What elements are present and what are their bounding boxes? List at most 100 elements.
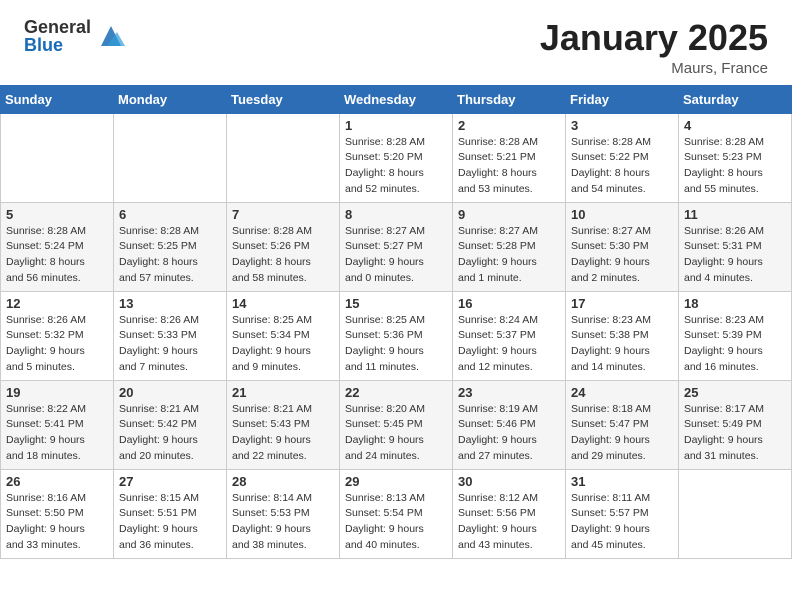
day-number: 21: [232, 385, 334, 400]
calendar-week-1: 1 Sunrise: 8:28 AM Sunset: 5:20 PM Daylig…: [1, 113, 792, 202]
day-info: Sunrise: 8:21 AM Sunset: 5:43 PM Dayligh…: [232, 402, 334, 465]
calendar-cell: 4 Sunrise: 8:28 AM Sunset: 5:23 PM Daylig…: [679, 113, 792, 202]
day-number: 19: [6, 385, 108, 400]
title-block: January 2025 Maurs, France: [540, 18, 768, 77]
calendar-cell: 8Sunrise: 8:27 AM Sunset: 5:27 PM Daylig…: [340, 202, 453, 291]
day-number: 2: [458, 118, 560, 133]
day-number: 29: [345, 474, 447, 489]
calendar-week-3: 12 Sunrise: 8:26 AM Sunset: 5:32 PM Dayli…: [1, 291, 792, 380]
day-info: Sunrise: 8:26 AM Sunset: 5:32 PM Dayligh…: [6, 313, 108, 376]
calendar-cell: 7 Sunrise: 8:28 AM Sunset: 5:26 PM Daylig…: [227, 202, 340, 291]
day-info: Sunrise: 8:12 AM Sunset: 5:56 PM Dayligh…: [458, 491, 560, 554]
weekday-header-tuesday: Tuesday: [227, 85, 340, 113]
day-number: 14: [232, 296, 334, 311]
day-info: Sunrise: 8:11 AM Sunset: 5:57 PM Dayligh…: [571, 491, 673, 554]
calendar-cell: 26 Sunrise: 8:16 AM Sunset: 5:50 PM Dayli…: [1, 469, 114, 558]
calendar-table: SundayMondayTuesdayWednesdayThursdayFrid…: [0, 85, 792, 559]
day-number: 13: [119, 296, 221, 311]
calendar-cell: 11Sunrise: 8:26 AM Sunset: 5:31 PM Dayli…: [679, 202, 792, 291]
calendar-cell: 28Sunrise: 8:14 AM Sunset: 5:53 PM Dayli…: [227, 469, 340, 558]
day-info: Sunrise: 8:28 AM Sunset: 5:26 PM Dayligh…: [232, 224, 334, 287]
calendar-cell: 29Sunrise: 8:13 AM Sunset: 5:54 PM Dayli…: [340, 469, 453, 558]
logo: General Blue: [24, 18, 125, 54]
calendar-week-4: 19 Sunrise: 8:22 AM Sunset: 5:41 PM Dayli…: [1, 380, 792, 469]
day-number: 12: [6, 296, 108, 311]
calendar-cell: 22 Sunrise: 8:20 AM Sunset: 5:45 PM Dayli…: [340, 380, 453, 469]
day-number: 4: [684, 118, 786, 133]
calendar-cell: 2 Sunrise: 8:28 AM Sunset: 5:21 PM Daylig…: [453, 113, 566, 202]
calendar-cell: [227, 113, 340, 202]
day-number: 9: [458, 207, 560, 222]
calendar-cell: 6Sunrise: 8:28 AM Sunset: 5:25 PM Daylig…: [114, 202, 227, 291]
calendar-cell: 27 Sunrise: 8:15 AM Sunset: 5:51 PM Dayli…: [114, 469, 227, 558]
day-number: 31: [571, 474, 673, 489]
day-number: 24: [571, 385, 673, 400]
calendar-cell: 24 Sunrise: 8:18 AM Sunset: 5:47 PM Dayli…: [566, 380, 679, 469]
calendar-cell: 30Sunrise: 8:12 AM Sunset: 5:56 PM Dayli…: [453, 469, 566, 558]
day-info: Sunrise: 8:14 AM Sunset: 5:53 PM Dayligh…: [232, 491, 334, 554]
day-info: Sunrise: 8:20 AM Sunset: 5:45 PM Dayligh…: [345, 402, 447, 465]
day-info: Sunrise: 8:28 AM Sunset: 5:20 PM Dayligh…: [345, 135, 447, 198]
day-number: 17: [571, 296, 673, 311]
calendar-cell: 9 Sunrise: 8:27 AM Sunset: 5:28 PM Daylig…: [453, 202, 566, 291]
day-info: Sunrise: 8:15 AM Sunset: 5:51 PM Dayligh…: [119, 491, 221, 554]
day-info: Sunrise: 8:28 AM Sunset: 5:21 PM Dayligh…: [458, 135, 560, 198]
day-number: 3: [571, 118, 673, 133]
calendar-cell: 13 Sunrise: 8:26 AM Sunset: 5:33 PM Dayli…: [114, 291, 227, 380]
day-number: 15: [345, 296, 447, 311]
calendar-week-5: 26 Sunrise: 8:16 AM Sunset: 5:50 PM Dayli…: [1, 469, 792, 558]
day-number: 26: [6, 474, 108, 489]
logo-blue: Blue: [24, 36, 91, 54]
day-info: Sunrise: 8:16 AM Sunset: 5:50 PM Dayligh…: [6, 491, 108, 554]
day-number: 7: [232, 207, 334, 222]
calendar-cell: [1, 113, 114, 202]
calendar-cell: 10 Sunrise: 8:27 AM Sunset: 5:30 PM Dayli…: [566, 202, 679, 291]
day-info: Sunrise: 8:17 AM Sunset: 5:49 PM Dayligh…: [684, 402, 786, 465]
calendar-cell: [679, 469, 792, 558]
location: Maurs, France: [540, 60, 768, 77]
weekday-header-wednesday: Wednesday: [340, 85, 453, 113]
calendar-cell: 21 Sunrise: 8:21 AM Sunset: 5:43 PM Dayli…: [227, 380, 340, 469]
weekday-header-monday: Monday: [114, 85, 227, 113]
calendar-cell: 14 Sunrise: 8:25 AM Sunset: 5:34 PM Dayli…: [227, 291, 340, 380]
day-info: Sunrise: 8:28 AM Sunset: 5:22 PM Dayligh…: [571, 135, 673, 198]
calendar-cell: 1 Sunrise: 8:28 AM Sunset: 5:20 PM Daylig…: [340, 113, 453, 202]
logo-icon: [97, 22, 125, 50]
calendar-cell: [114, 113, 227, 202]
day-info: Sunrise: 8:23 AM Sunset: 5:39 PM Dayligh…: [684, 313, 786, 376]
day-number: 10: [571, 207, 673, 222]
calendar-cell: 20Sunrise: 8:21 AM Sunset: 5:42 PM Dayli…: [114, 380, 227, 469]
day-info: Sunrise: 8:23 AM Sunset: 5:38 PM Dayligh…: [571, 313, 673, 376]
day-info: Sunrise: 8:25 AM Sunset: 5:36 PM Dayligh…: [345, 313, 447, 376]
day-number: 11: [684, 207, 786, 222]
day-info: Sunrise: 8:25 AM Sunset: 5:34 PM Dayligh…: [232, 313, 334, 376]
day-info: Sunrise: 8:24 AM Sunset: 5:37 PM Dayligh…: [458, 313, 560, 376]
calendar-cell: 18 Sunrise: 8:23 AM Sunset: 5:39 PM Dayli…: [679, 291, 792, 380]
day-number: 18: [684, 296, 786, 311]
day-info: Sunrise: 8:18 AM Sunset: 5:47 PM Dayligh…: [571, 402, 673, 465]
day-number: 22: [345, 385, 447, 400]
day-info: Sunrise: 8:28 AM Sunset: 5:24 PM Dayligh…: [6, 224, 108, 287]
day-info: Sunrise: 8:28 AM Sunset: 5:23 PM Dayligh…: [684, 135, 786, 198]
calendar-cell: 12 Sunrise: 8:26 AM Sunset: 5:32 PM Dayli…: [1, 291, 114, 380]
day-number: 16: [458, 296, 560, 311]
calendar-cell: 23 Sunrise: 8:19 AM Sunset: 5:46 PM Dayli…: [453, 380, 566, 469]
day-number: 23: [458, 385, 560, 400]
day-number: 1: [345, 118, 447, 133]
month-title: January 2025: [540, 18, 768, 58]
day-info: Sunrise: 8:22 AM Sunset: 5:41 PM Dayligh…: [6, 402, 108, 465]
day-number: 6: [119, 207, 221, 222]
day-info: Sunrise: 8:27 AM Sunset: 5:30 PM Dayligh…: [571, 224, 673, 287]
day-number: 25: [684, 385, 786, 400]
calendar-cell: 25 Sunrise: 8:17 AM Sunset: 5:49 PM Dayli…: [679, 380, 792, 469]
day-number: 27: [119, 474, 221, 489]
day-info: Sunrise: 8:19 AM Sunset: 5:46 PM Dayligh…: [458, 402, 560, 465]
calendar-cell: 15 Sunrise: 8:25 AM Sunset: 5:36 PM Dayli…: [340, 291, 453, 380]
weekday-header-thursday: Thursday: [453, 85, 566, 113]
calendar-cell: 16 Sunrise: 8:24 AM Sunset: 5:37 PM Dayli…: [453, 291, 566, 380]
day-info: Sunrise: 8:27 AM Sunset: 5:28 PM Dayligh…: [458, 224, 560, 287]
weekday-header-row: SundayMondayTuesdayWednesdayThursdayFrid…: [1, 85, 792, 113]
calendar-cell: 19 Sunrise: 8:22 AM Sunset: 5:41 PM Dayli…: [1, 380, 114, 469]
weekday-header-saturday: Saturday: [679, 85, 792, 113]
day-info: Sunrise: 8:26 AM Sunset: 5:33 PM Dayligh…: [119, 313, 221, 376]
